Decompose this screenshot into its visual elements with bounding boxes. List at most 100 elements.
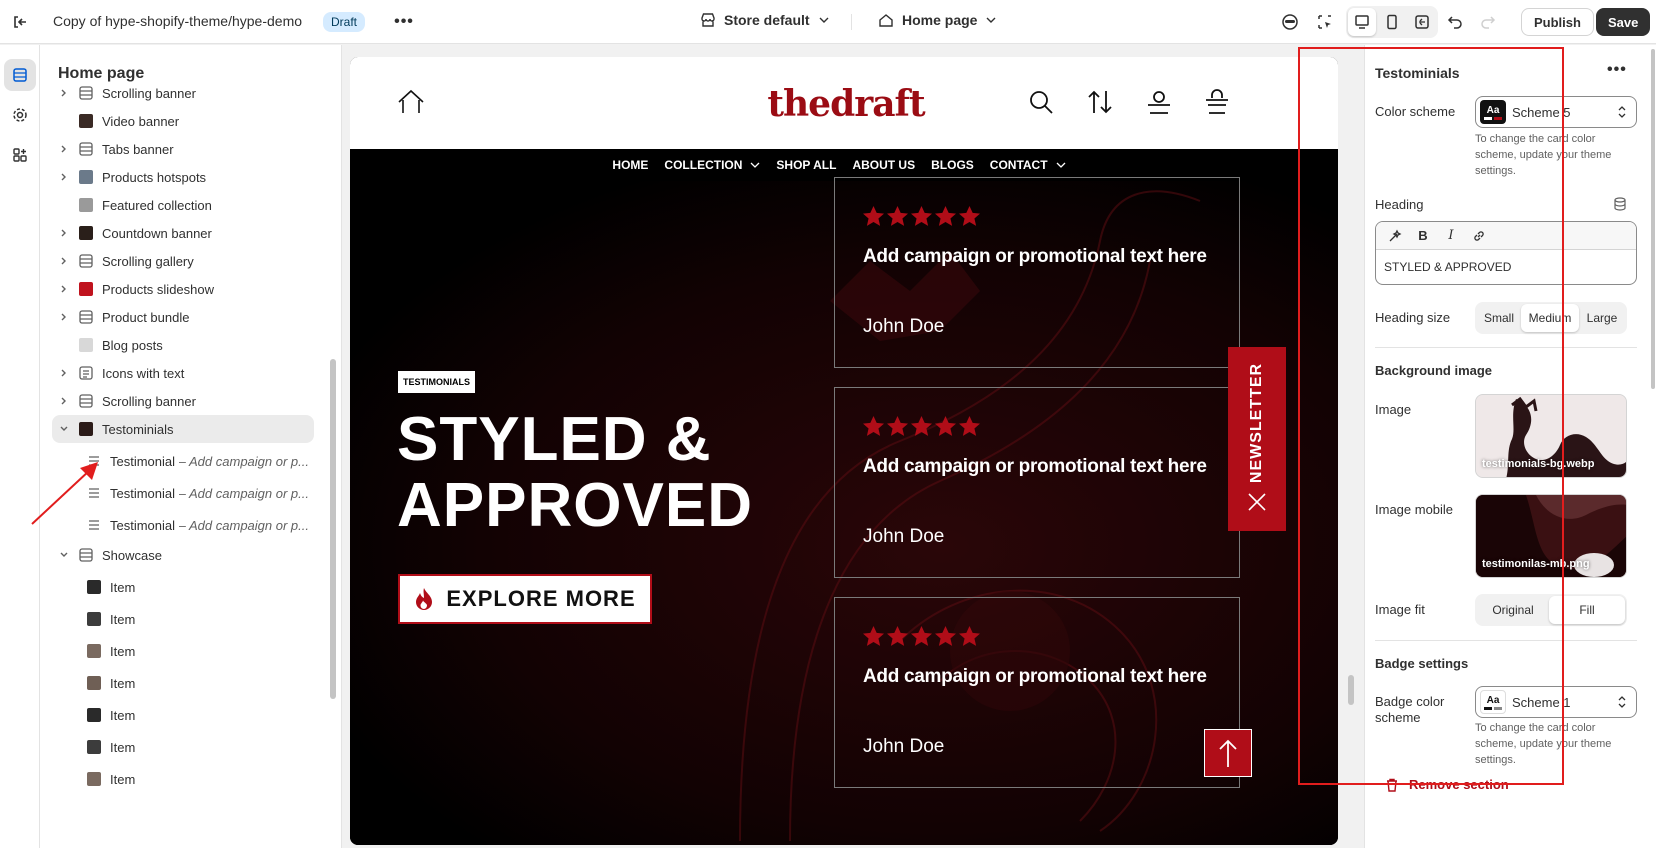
color-scheme-select[interactable]: Aa Scheme 5 (1475, 96, 1637, 128)
block-item[interactable]: Item (86, 669, 316, 697)
section-item[interactable]: Products hotspots (52, 163, 314, 191)
heading-size-large[interactable]: Large (1579, 304, 1625, 332)
section-item[interactable]: Video banner (52, 107, 314, 135)
heading-value[interactable]: STYLED & APPROVED (1376, 250, 1636, 284)
badge-color-scheme-select[interactable]: Aa Scheme 1 (1475, 686, 1637, 718)
desktop-icon[interactable] (1348, 8, 1376, 36)
testimonial-card[interactable]: Add campaign or promotional text here Jo… (834, 177, 1240, 368)
chevron-right-icon[interactable] (56, 365, 72, 381)
heading-size-medium[interactable]: Medium (1521, 304, 1579, 332)
image-mobile-picker[interactable]: testimonilas-mb.png (1475, 494, 1627, 578)
section-item[interactable]: Icons with text (52, 359, 314, 387)
image-picker[interactable]: testimonials-bg.webp (1475, 394, 1627, 478)
heading-size-small[interactable]: Small (1477, 304, 1521, 332)
section-item[interactable]: Blog posts (52, 331, 314, 359)
chevron-right-icon[interactable] (56, 281, 72, 297)
italic-icon[interactable]: I (1442, 227, 1460, 245)
nav-home[interactable]: HOME (612, 158, 648, 172)
sidebar-scrollbar[interactable] (330, 359, 336, 699)
account-icon[interactable] (1144, 87, 1174, 117)
block-item[interactable]: Testimonial – Add campaign or p... (86, 447, 316, 475)
section-item[interactable]: Featured collection (52, 191, 314, 219)
left-rail (0, 45, 40, 848)
back-to-top-button[interactable] (1204, 729, 1252, 777)
image-fit-fill[interactable]: Fill (1549, 596, 1625, 624)
apps-icon[interactable] (4, 139, 36, 171)
sections-icon[interactable] (4, 59, 36, 91)
bold-icon[interactable]: B (1414, 227, 1432, 245)
block-item[interactable]: Item (86, 605, 316, 633)
section-item[interactable]: Scrolling banner (52, 79, 314, 107)
section-item[interactable]: Showcase (52, 541, 314, 569)
chevron-down-icon (986, 17, 996, 23)
nav-contact[interactable]: CONTACT (990, 158, 1066, 172)
save-button[interactable]: Save (1596, 8, 1651, 36)
chevron-right-icon[interactable] (56, 309, 72, 325)
section-item[interactable]: Scrolling gallery (52, 247, 314, 275)
store-selector[interactable]: Store default (700, 12, 830, 28)
ai-magic-icon[interactable] (1386, 227, 1404, 245)
store-logo[interactable]: thedraft (767, 69, 925, 139)
sensei-icon[interactable] (1276, 8, 1304, 36)
section-item[interactable]: Tabs banner (52, 135, 314, 163)
chevron-right-icon[interactable] (56, 253, 72, 269)
image-fit-original[interactable]: Original (1477, 596, 1549, 624)
star-icon (935, 416, 956, 436)
nav-blogs[interactable]: BLOGS (931, 158, 974, 172)
storefront-preview[interactable]: thedraft HOME COLLECTION SHOP ALL ABOUT … (350, 57, 1338, 845)
cart-icon[interactable] (1202, 87, 1232, 117)
nav-collection[interactable]: COLLECTION (664, 158, 760, 172)
settings-gear-icon[interactable] (4, 99, 36, 131)
exit-icon[interactable] (6, 8, 34, 36)
block-label: Testimonial (110, 453, 176, 469)
chevron-right-icon[interactable] (56, 169, 72, 185)
undo-icon[interactable] (1441, 8, 1469, 36)
chevron-right-icon[interactable] (56, 141, 72, 157)
publish-button[interactable]: Publish (1521, 8, 1594, 36)
preview-scrollbar[interactable] (1344, 57, 1358, 845)
mobile-icon[interactable] (1378, 8, 1406, 36)
chevron-right-icon[interactable] (56, 225, 72, 241)
testimonial-card[interactable]: Add campaign or promotional text here Jo… (834, 597, 1240, 788)
more-options-icon[interactable]: ••• (1607, 61, 1627, 79)
settings-scrollbar[interactable] (1651, 49, 1655, 389)
page-selector[interactable]: Home page (878, 12, 997, 28)
section-item[interactable]: Scrolling banner (52, 387, 314, 415)
block-item[interactable]: Item (86, 765, 316, 793)
chevron-down-icon[interactable] (56, 547, 72, 563)
trash-icon (1387, 778, 1397, 792)
nav-about-us[interactable]: ABOUT US (852, 158, 915, 172)
remove-section-button[interactable]: Remove section (1385, 777, 1509, 792)
chevron-right-icon[interactable] (56, 85, 72, 101)
heading-rich-text-editor[interactable]: B I STYLED & APPROVED (1375, 221, 1637, 285)
chevron-right-icon[interactable] (56, 393, 72, 409)
rating-stars (863, 416, 980, 436)
close-icon[interactable] (1246, 491, 1268, 513)
search-icon[interactable] (1026, 87, 1056, 117)
block-item[interactable]: Testimonial – Add campaign or p... (86, 511, 316, 539)
section-item-testominials[interactable]: Testominials (52, 415, 314, 443)
chevron-down-icon[interactable] (56, 421, 72, 437)
newsletter-tab[interactable]: NEWSLETTER (1228, 347, 1286, 531)
block-item[interactable]: Testimonial – Add campaign or p... (86, 479, 316, 507)
dynamic-source-icon[interactable] (1613, 197, 1627, 211)
inspector-icon[interactable] (1311, 8, 1339, 36)
explore-more-button[interactable]: EXPLORE MORE (398, 574, 652, 624)
section-item[interactable]: Products slideshow (52, 275, 314, 303)
block-item[interactable]: Item (86, 733, 316, 761)
block-item[interactable]: Item (86, 573, 316, 601)
home-icon[interactable] (396, 87, 426, 117)
section-item[interactable]: Countdown banner (52, 219, 314, 247)
fullscreen-icon[interactable] (1408, 8, 1436, 36)
link-icon[interactable] (1470, 227, 1488, 245)
redo-icon[interactable] (1474, 8, 1502, 36)
section-item[interactable]: Product bundle (52, 303, 314, 331)
sort-icon[interactable] (1085, 87, 1115, 117)
image-mobile-filename: testimonilas-mb.png (1482, 558, 1590, 570)
more-actions-icon[interactable]: ••• (390, 10, 418, 34)
block-item[interactable]: Item (86, 637, 316, 665)
preview-area: thedraft HOME COLLECTION SHOP ALL ABOUT … (342, 45, 1364, 848)
nav-shop-all[interactable]: SHOP ALL (776, 158, 836, 172)
testimonial-card[interactable]: Add campaign or promotional text here Jo… (834, 387, 1240, 578)
block-item[interactable]: Item (86, 701, 316, 729)
